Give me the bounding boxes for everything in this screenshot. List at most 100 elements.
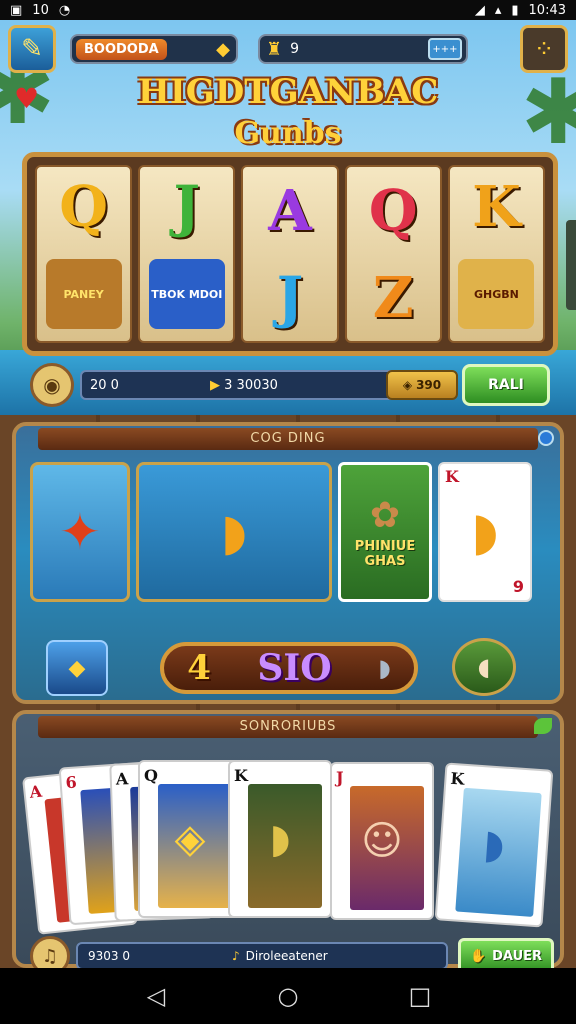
bet-left-value: 20 0: [90, 377, 119, 393]
reel-label: TBOK MDOI: [151, 287, 223, 301]
side-drawer-handle[interactable]: [566, 220, 576, 310]
bottom-left-value: 9303 0: [88, 949, 130, 963]
coin-balance: BOODODA ◆: [70, 34, 238, 64]
reel-symbol-z: Z: [372, 264, 414, 331]
goldfish-icon: ◗: [471, 502, 499, 562]
deal-button[interactable]: ✋ DAUER: [458, 938, 554, 968]
reel-symbol-q: Q: [368, 177, 418, 244]
key-icon: ♪: [232, 949, 240, 963]
gem-box-button[interactable]: ◆: [46, 640, 108, 696]
panel-banner: COG DING: [38, 428, 538, 450]
character-card-text: PHINIUE GHAS: [354, 539, 416, 569]
grid-menu-button[interactable]: ⁘: [520, 25, 568, 73]
spin-button[interactable]: RALI: [462, 364, 550, 406]
reel-symbol-j: J: [173, 174, 201, 240]
pirate-girl-icon: ☺: [361, 818, 403, 864]
fishing-panel: COG DING ✦ ◗ ✿ PHINIUE GHAS K ◗ 9 ◆ 4 SI…: [12, 422, 564, 704]
status-time: 10:43: [528, 2, 566, 18]
fan-card[interactable]: K ◗: [434, 762, 554, 928]
bet-center-value: 3 30030: [224, 377, 278, 393]
coin-icon[interactable]: ◉: [30, 363, 74, 407]
reel-label: GHGBN: [473, 287, 519, 301]
lantern-icon: ◈: [174, 816, 206, 862]
reel-5: K GHGBN: [447, 165, 546, 343]
battery-icon: ▮: [511, 2, 519, 18]
reel-symbol-j: J: [276, 264, 304, 331]
leaf-icon[interactable]: [534, 718, 552, 734]
cards-panel: SONRORIUBS A 6 A Q ◈ K ◗ J ☺ K ◗ ♫ 9303 …: [12, 710, 564, 968]
fan-card[interactable]: J ☺: [330, 762, 434, 920]
treasure-icon: ◆: [216, 38, 230, 60]
grid-icon: ⁘: [533, 35, 555, 63]
fish-icon: ◗: [269, 816, 291, 862]
bet-track: 20 0 ▶ 3 30030: [80, 370, 416, 400]
status-left-text: 10: [32, 2, 49, 18]
card-rank: A: [115, 769, 129, 789]
prize-value: SIO: [257, 647, 332, 689]
dragon-icon: ✦: [59, 503, 101, 561]
recents-icon[interactable]: □: [398, 974, 442, 1018]
slot-machine: Q PANEY J TBOK MDOI A J Q Z K GHGBN: [22, 152, 558, 356]
card-rank: A: [28, 781, 43, 802]
gem-box-icon: ◆: [68, 655, 86, 681]
reel-symbol-a: A: [268, 177, 312, 244]
bottom-center-text: Diroleeatener: [245, 949, 328, 963]
bread-button[interactable]: ◖: [452, 638, 516, 696]
reel-3: A J: [241, 165, 339, 343]
fish-pirate-icon: ◗: [481, 821, 507, 869]
game-title: HIGDTGANBAC: [137, 72, 439, 112]
gem-icon: ◈: [402, 378, 413, 392]
bread-icon: ◖: [477, 653, 491, 681]
playing-card-king[interactable]: K ◗ 9: [438, 462, 532, 602]
treasure-chest-icon: PANEY: [45, 259, 122, 329]
gem-counter[interactable]: ◈ 390: [386, 370, 458, 400]
reel-4: Q Z: [344, 165, 442, 343]
gallery-icon: ▣: [10, 2, 23, 18]
android-nav-bar: ◁ ○ □: [0, 968, 576, 1024]
reel-symbol-k: K: [472, 174, 521, 240]
gem-value: 390: [416, 378, 442, 392]
signal-icon: ◢: [474, 2, 485, 18]
fishing-cards: ✦ ◗ ✿ PHINIUE GHAS K ◗ 9: [30, 462, 532, 602]
reel-symbol-q: Q: [59, 174, 108, 240]
game-subtitle: Gunbs: [234, 116, 342, 151]
card-rank: K: [445, 467, 459, 486]
add-currency-button[interactable]: +++: [428, 38, 462, 60]
bottom-track: 9303 0 ♪ Diroleeatener: [76, 942, 448, 968]
prize-left-number: 4: [187, 648, 211, 688]
hand-icon: ✋: [469, 948, 487, 964]
fish-card[interactable]: ◗: [136, 462, 332, 602]
home-icon[interactable]: ○: [266, 974, 310, 1018]
reel-1: Q PANEY: [35, 165, 133, 343]
fan-card[interactable]: K ◗: [228, 760, 332, 918]
notification-icon: ◔: [58, 2, 71, 18]
info-gem-icon[interactable]: [538, 430, 554, 446]
status-bar: ▣ 10 ◔ ◢ ▴ ▮ 10:43: [0, 0, 576, 20]
boy-character-icon: GHGBN: [458, 259, 535, 329]
play-icon: ▶: [210, 377, 225, 393]
lamp-icon: ♜: [266, 38, 283, 60]
lamp-balance: ♜ 9 +++: [258, 34, 468, 64]
reel-2: J TBOK MDOI: [138, 165, 236, 343]
fish-icon: ◗: [220, 503, 248, 561]
fan-card[interactable]: Q ◈: [138, 760, 242, 918]
dragon-fish-card[interactable]: ✦: [30, 462, 130, 602]
character-card[interactable]: ✿ PHINIUE GHAS: [338, 462, 432, 602]
wifi-icon: ▴: [494, 2, 502, 18]
menu-button[interactable]: ✎: [8, 25, 56, 73]
coin-label: BOODODA: [76, 38, 167, 60]
bet-bar: ◉ 20 0 ▶ 3 30030 ◈ 390 RALI: [30, 362, 550, 408]
card-rank-bottom: 9: [512, 577, 524, 596]
bottom-bar: ♫ 9303 0 ♪ Diroleeatener ✋ DAUER: [30, 936, 554, 968]
bell-icon[interactable]: ♫: [30, 936, 70, 968]
panel-banner: SONRORIUBS: [38, 716, 538, 738]
card-fan: A 6 A Q ◈ K ◗ J ☺ K ◗: [22, 756, 554, 935]
prize-row: ◆ 4 SIO ◗ ◖: [46, 638, 536, 700]
lamp-value: 9: [290, 41, 300, 57]
rabbit-icon: ✿: [369, 495, 401, 537]
game-screen: ✱ ✱ ✎ BOODODA ◆ ♜ 9 +++ ⁘ ♥ HIGDTGANBAC …: [0, 20, 576, 968]
map-icon: ✎: [21, 34, 43, 64]
top-hud: ✎ BOODODA ◆ ♜ 9 +++ ⁘: [8, 24, 568, 74]
deal-label: DAUER: [492, 948, 543, 964]
back-icon[interactable]: ◁: [134, 974, 178, 1018]
